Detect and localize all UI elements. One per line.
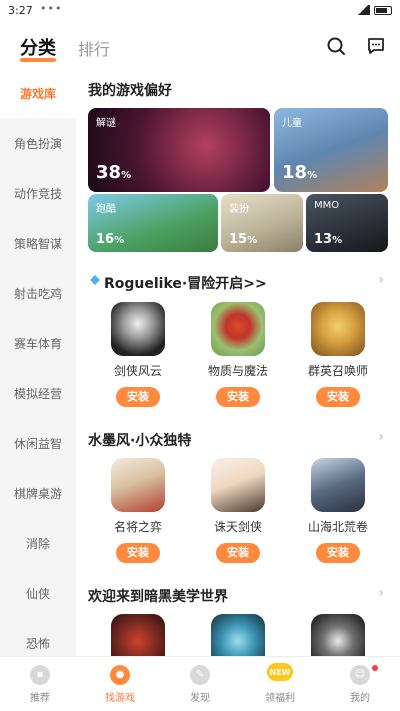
- install-button[interactable]: 安装: [116, 387, 160, 407]
- pref-card-kids[interactable]: 儿童 18%: [274, 108, 388, 192]
- status-bar: 3:27 •••: [0, 0, 400, 24]
- game-icon: [111, 458, 165, 512]
- message-icon[interactable]: [366, 36, 386, 56]
- chevron-right-icon[interactable]: ›: [378, 272, 384, 288]
- install-button[interactable]: 安装: [316, 387, 360, 407]
- roguelike-icon: [90, 275, 100, 285]
- game-item[interactable]: 诛天剑侠 安装: [196, 458, 280, 563]
- install-button[interactable]: 安装: [116, 543, 160, 563]
- profile-icon: ☺: [350, 664, 370, 685]
- nav-label: 推荐: [30, 692, 50, 704]
- sidebar-item-xianxia[interactable]: 仙侠: [0, 568, 76, 618]
- game-icon: [111, 614, 165, 656]
- sidebar-item-shooter[interactable]: 射击吃鸡: [0, 268, 76, 318]
- sidebar-item-strategy[interactable]: 策略智谋: [0, 218, 76, 268]
- game-name: 山海北荒卷: [307, 520, 368, 534]
- game-name: 名将之弈: [113, 520, 162, 534]
- pref-card-parkour[interactable]: 跑酷 16%: [88, 194, 218, 252]
- notification-dot: [372, 665, 378, 671]
- chevron-right-icon[interactable]: ›: [378, 585, 384, 601]
- game-icon: [211, 458, 265, 512]
- nav-label: 领福利: [265, 692, 295, 704]
- nav-recommend[interactable]: ▪ 推荐: [0, 657, 80, 711]
- game-icon: [211, 614, 265, 656]
- game-item[interactable]: 名将之弈 安装: [96, 458, 180, 563]
- main-content: 我的游戏偏好 解谜 38% 儿童 18% 跑酷 16% 装扮 15% MMO 1…: [76, 68, 400, 656]
- pref-percent: 15%: [229, 232, 258, 247]
- tab-active-indicator: [20, 58, 56, 62]
- game-item[interactable]: [296, 614, 380, 656]
- category-sidebar: 游戏库 角色扮演 动作竞技 策略智谋 射击吃鸡 赛车体育 模拟经营 休闲益智 棋…: [0, 68, 76, 656]
- game-item[interactable]: 群英召唤师 安装: [296, 302, 380, 407]
- pref-tag: 儿童: [282, 118, 302, 129]
- search-icon[interactable]: [326, 36, 346, 56]
- battery-icon: [374, 5, 392, 15]
- pref-card-mmo[interactable]: MMO 13%: [306, 194, 388, 252]
- pref-percent: 13%: [314, 232, 343, 247]
- game-icon: [211, 302, 265, 356]
- prefs-title: 我的游戏偏好: [88, 83, 172, 99]
- game-item[interactable]: 剑侠风云 安装: [96, 302, 180, 407]
- sidebar-item-board[interactable]: 棋牌桌游: [0, 468, 76, 518]
- tab-category[interactable]: 分类: [20, 34, 56, 60]
- game-name: 物质与魔法: [207, 364, 268, 378]
- pref-card-puzzle[interactable]: 解谜 38%: [88, 108, 270, 192]
- game-icon: [311, 458, 365, 512]
- game-icon: [111, 302, 165, 356]
- pref-tag: MMO: [314, 200, 340, 211]
- install-button[interactable]: 安装: [216, 387, 260, 407]
- nav-discover[interactable]: ✎ 发现: [160, 657, 240, 711]
- game-name: 剑侠风云: [113, 364, 162, 378]
- sidebar-item-match[interactable]: 消除: [0, 518, 76, 568]
- compass-icon: ✎: [190, 664, 210, 685]
- sidebar-item-action[interactable]: 动作竞技: [0, 168, 76, 218]
- find-games-icon: ●: [110, 664, 130, 685]
- game-name: 诛天剑侠: [213, 520, 262, 534]
- section-title-ink-style[interactable]: 水墨风·小众独特: [88, 430, 191, 450]
- nav-rewards[interactable]: NEW 领福利: [240, 657, 320, 711]
- section-title-dark-aesthetic[interactable]: 欢迎来到暗黑美学世界: [88, 586, 228, 606]
- bottom-nav: ▪ 推荐 ● 找游戏 ✎ 发现 NEW 领福利 ☺ 我的: [0, 656, 400, 711]
- pref-tag: 装扮: [229, 204, 249, 215]
- game-item[interactable]: 物质与魔法 安装: [196, 302, 280, 407]
- nav-find-games[interactable]: ● 找游戏: [80, 657, 160, 711]
- pref-percent: 18%: [282, 162, 318, 183]
- sidebar-item-rpg[interactable]: 角色扮演: [0, 118, 76, 168]
- gamepad-icon: ▪: [30, 664, 50, 685]
- game-name: 群英召唤师: [307, 364, 368, 378]
- status-icons: [356, 5, 392, 15]
- sidebar-item-game-library[interactable]: 游戏库: [0, 68, 76, 118]
- sidebar-item-simulation[interactable]: 模拟经营: [0, 368, 76, 418]
- game-icon: [311, 302, 365, 356]
- nav-me[interactable]: ☺ 我的: [320, 657, 400, 711]
- sidebar-item-horror[interactable]: 恐怖: [0, 618, 76, 656]
- new-badge: NEW: [267, 663, 293, 681]
- tab-ranking[interactable]: 排行: [78, 36, 110, 60]
- sidebar-item-racing[interactable]: 赛车体育: [0, 318, 76, 368]
- pref-percent: 38%: [96, 162, 132, 183]
- nav-label: 我的: [350, 692, 370, 704]
- nav-label: 找游戏: [105, 692, 135, 704]
- chevron-right-icon[interactable]: ›: [378, 429, 384, 445]
- notification-dots: •••: [40, 2, 63, 15]
- game-item[interactable]: [96, 614, 180, 656]
- pref-percent: 16%: [96, 232, 125, 247]
- pref-card-dressup[interactable]: 装扮 15%: [221, 194, 303, 252]
- signal-icon: [356, 5, 370, 15]
- install-button[interactable]: 安装: [316, 543, 360, 563]
- game-icon: [311, 614, 365, 656]
- pref-tag: 跑酷: [96, 204, 116, 215]
- status-time: 3:27: [8, 4, 33, 17]
- install-button[interactable]: 安装: [216, 543, 260, 563]
- section-title-roguelike[interactable]: Roguelike·冒险开启>>: [104, 273, 267, 293]
- top-header: 分类 排行: [0, 24, 400, 68]
- game-item[interactable]: [196, 614, 280, 656]
- game-item[interactable]: 山海北荒卷 安装: [296, 458, 380, 563]
- pref-tag: 解谜: [96, 118, 116, 129]
- sidebar-item-casual[interactable]: 休闲益智: [0, 418, 76, 468]
- nav-label: 发现: [190, 692, 210, 704]
